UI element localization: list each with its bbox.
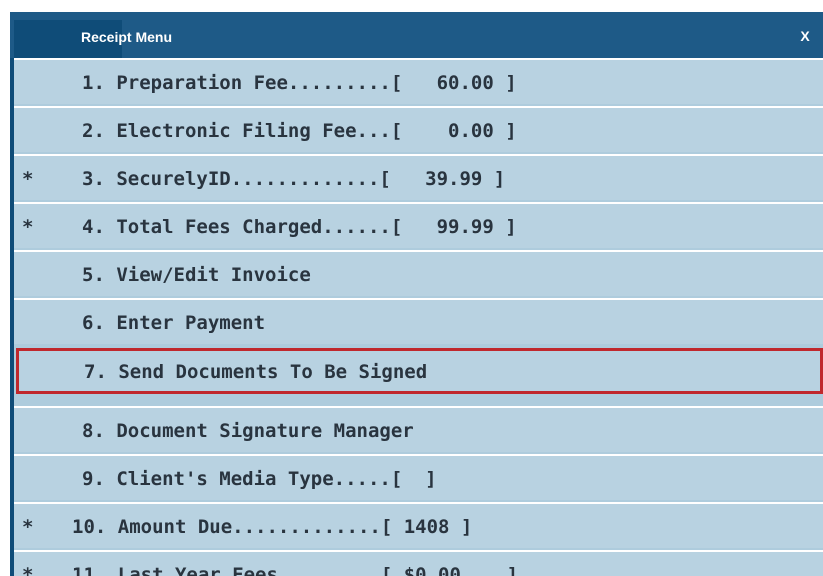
menu-item-clients-media-type[interactable]: 9. Client's Media Type.....[ ] (14, 454, 823, 500)
menu-item-document-signature-manager[interactable]: 8. Document Signature Manager (14, 406, 823, 452)
menu-item-electronic-filing-fee[interactable]: 2. Electronic Filing Fee...[ 0.00 ] (14, 106, 823, 152)
close-icon[interactable]: X (795, 25, 815, 47)
menu-item-preparation-fee[interactable]: 1. Preparation Fee.........[ 60.00 ] (14, 58, 823, 104)
menu-item-view-edit-invoice[interactable]: 5. View/Edit Invoice (14, 250, 823, 296)
menu-item-last-year-fees[interactable]: * 11. Last Year Fees.........[ $0.00 ] (14, 550, 823, 576)
title-bar: Receipt Menu X (10, 12, 823, 58)
item-label: 1. Preparation Fee.........[ 60.00 ] (82, 72, 517, 94)
menu-item-send-documents-to-be-signed[interactable]: 7. Send Documents To Be Signed (16, 348, 823, 394)
item-marker: * (22, 168, 34, 190)
item-label: 7. Send Documents To Be Signed (84, 361, 428, 383)
item-label: 8. Document Signature Manager (82, 420, 414, 442)
item-label: 10. Amount Due.............[ 1408 ] (72, 516, 473, 538)
item-label: 11. Last Year Fees.........[ $0.00 ] (72, 564, 519, 576)
item-marker: * (22, 564, 34, 576)
menu-item-securelyid[interactable]: * 3. SecurelyID.............[ 39.99 ] (14, 154, 823, 200)
item-label: 5. View/Edit Invoice (82, 264, 311, 286)
item-label: 9. Client's Media Type.....[ ] (82, 468, 437, 490)
item-label: 4. Total Fees Charged......[ 99.99 ] (82, 216, 517, 238)
menu-item-enter-payment[interactable]: 6. Enter Payment (14, 298, 823, 344)
item-label: 3. SecurelyID.............[ 39.99 ] (82, 168, 506, 190)
item-label: 2. Electronic Filing Fee...[ 0.00 ] (82, 120, 517, 142)
item-marker: * (22, 516, 34, 538)
menu-item-amount-due[interactable]: * 10. Amount Due.............[ 1408 ] (14, 502, 823, 548)
window-title: Receipt Menu (81, 29, 173, 45)
receipt-menu-window: Receipt Menu X 1. Preparation Fee.......… (10, 12, 823, 576)
item-label: 6. Enter Payment (82, 312, 266, 334)
item-marker: * (22, 216, 34, 238)
menu-item-total-fees-charged[interactable]: * 4. Total Fees Charged......[ 99.99 ] (14, 202, 823, 248)
